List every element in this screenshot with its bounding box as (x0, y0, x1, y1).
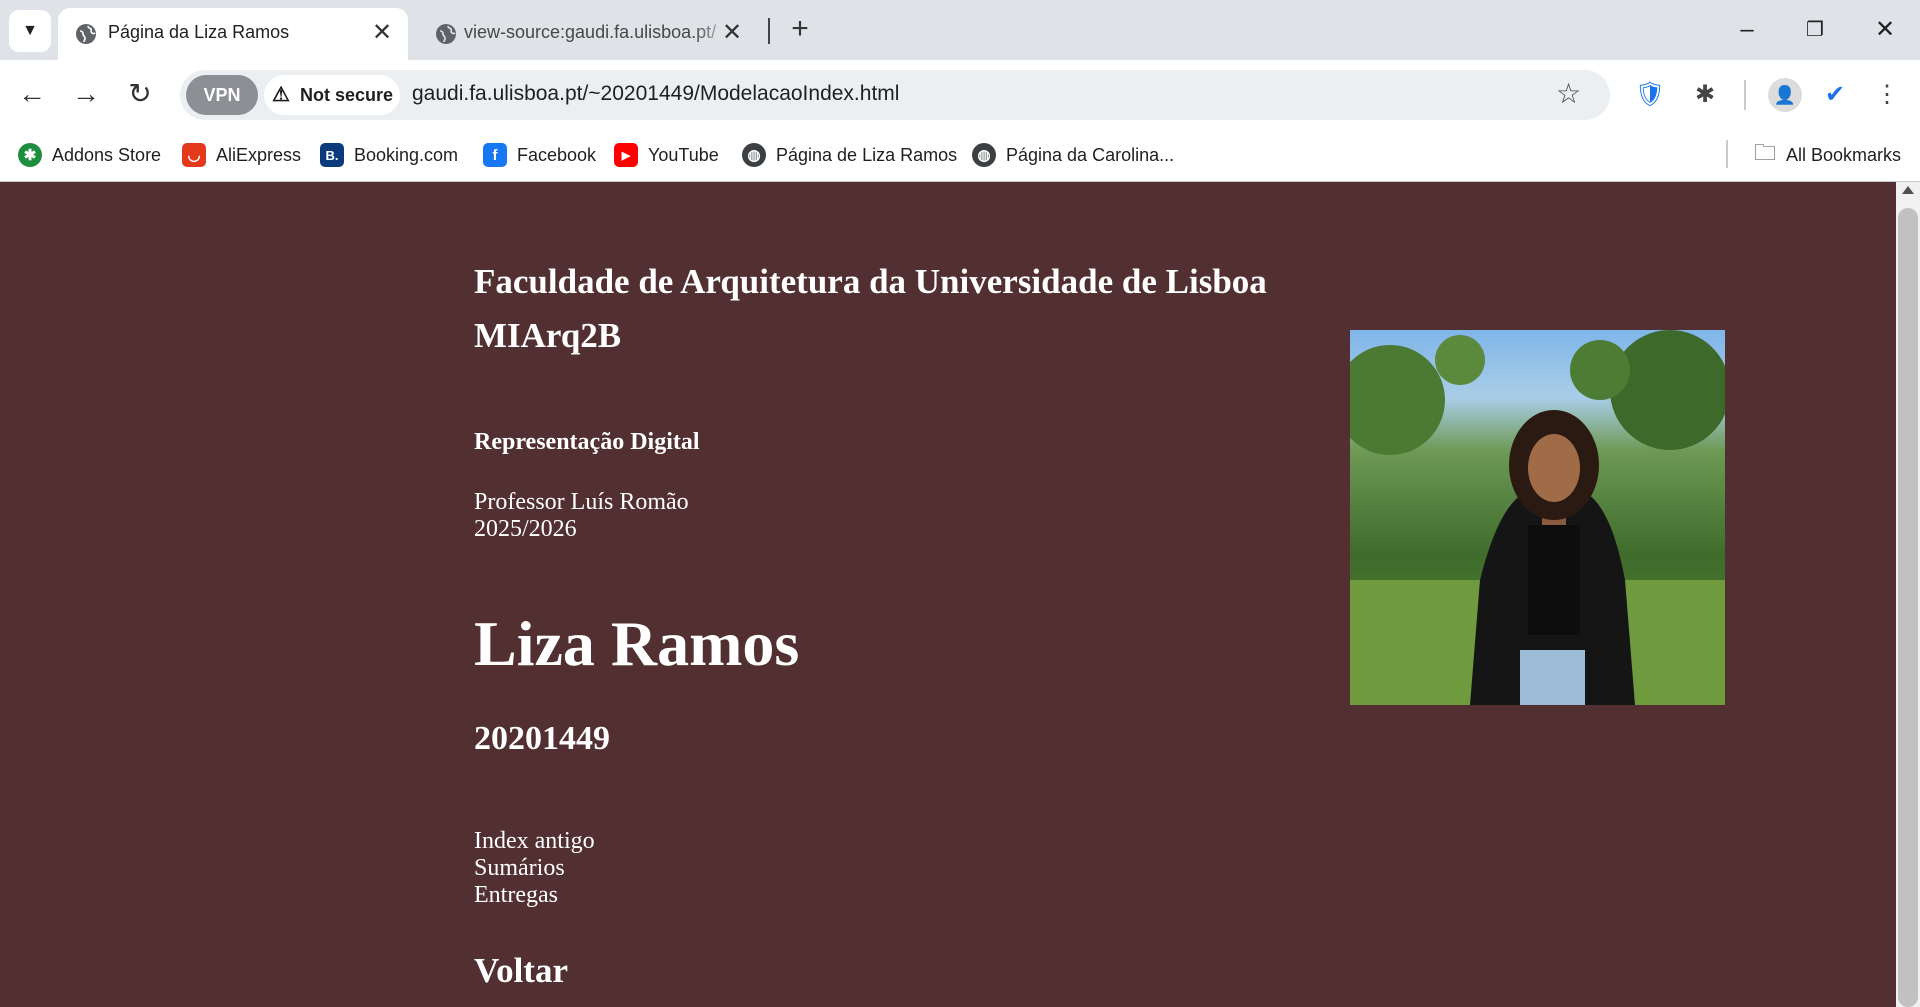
link-index-antigo[interactable]: Index antigo (474, 828, 595, 855)
bookmark-label: YouTube (648, 144, 719, 165)
facebook-icon: f (483, 143, 507, 167)
bookmark-pagina-carolina[interactable]: ◍ Página da Carolina... (972, 138, 1174, 172)
warning-icon: ⚠ (272, 84, 290, 106)
tab-title: view-source:gaudi.fa.ulisboa.pt/ (464, 22, 717, 42)
link-entregas[interactable]: Entregas (474, 882, 558, 909)
booking-icon: B. (320, 143, 344, 167)
bookmark-facebook[interactable]: f Facebook (483, 138, 596, 172)
close-window-button[interactable]: ✕ (1862, 12, 1908, 48)
all-bookmarks-button[interactable]: 🗀 All Bookmarks (1754, 138, 1901, 172)
chevron-down-icon: ▼ (22, 22, 38, 39)
browser-chrome: ▼ Página da Liza Ramos ✕ view-source:gau… (0, 0, 1920, 182)
folder-icon: 🗀 (1754, 140, 1777, 165)
page-content: Faculdade de Arquitetura da Universidade… (0, 182, 1896, 1007)
bookmark-booking[interactable]: B. Booking.com (320, 138, 458, 172)
tab-search-button[interactable]: ▼ (9, 10, 51, 52)
profile-avatar[interactable]: 👤 (1768, 78, 1802, 112)
bookmark-label: AliExpress (216, 144, 302, 165)
security-chip[interactable]: ⚠ Not secure (264, 75, 400, 115)
bookmark-label: Página de Liza Ramos (776, 144, 958, 165)
class-heading: MIArq2B (474, 316, 622, 355)
globe-icon (436, 24, 456, 44)
toolbar-separator (1744, 80, 1746, 110)
back-button[interactable]: ← (14, 76, 50, 112)
person-icon: 👤 (1773, 85, 1797, 105)
faculty-heading: Faculdade de Arquitetura da Universidade… (474, 262, 1267, 301)
menu-icon[interactable]: ⋮ (1870, 78, 1904, 112)
security-label: Not secure (300, 85, 394, 105)
close-tab-icon[interactable]: ✕ (720, 21, 744, 45)
youtube-icon: ▶ (614, 143, 638, 167)
bookmark-pagina-liza[interactable]: ◍ Página de Liza Ramos (742, 138, 957, 172)
subject-heading: Representação Digital (474, 429, 700, 455)
bookmark-star-icon[interactable]: ☆ (1556, 78, 1581, 110)
globe-icon (76, 24, 96, 44)
bookmark-label: Página da Carolina... (1006, 144, 1175, 165)
url-text[interactable]: gaudi.fa.ulisboa.pt/~20201449/ModelacaoI… (412, 82, 899, 106)
scroll-up-arrow-icon[interactable] (1902, 186, 1914, 194)
new-tab-button[interactable]: + (782, 12, 818, 48)
password-manager-icon[interactable]: 🛡 (1633, 78, 1667, 112)
student-name: Liza Ramos (474, 608, 800, 679)
globe-icon: ◍ (742, 143, 766, 167)
bookmark-label: Booking.com (354, 144, 459, 165)
tab-strip: ▼ Página da Liza Ramos ✕ view-source:gau… (0, 0, 1920, 60)
restore-button[interactable]: ❐ (1792, 12, 1838, 48)
extensions-icon[interactable]: ✱ (1688, 78, 1722, 112)
reload-button[interactable]: ↻ (122, 76, 158, 112)
bookmark-label: Facebook (517, 144, 597, 165)
year-text: 2025/2026 (474, 516, 577, 542)
back-link[interactable]: Voltar (474, 951, 568, 991)
all-bookmarks-label: All Bookmarks (1786, 144, 1902, 165)
bookmark-aliexpress[interactable]: ◡ AliExpress (182, 138, 301, 172)
aliexpress-icon: ◡ (182, 143, 206, 167)
student-number: 20201449 (474, 720, 610, 757)
forward-button[interactable]: → (68, 76, 104, 112)
portrait-illustration (1350, 330, 1725, 705)
scrollbar-thumb[interactable] (1898, 208, 1918, 1007)
tab-active[interactable]: Página da Liza Ramos ✕ (58, 8, 408, 60)
globe-icon: ◍ (972, 143, 996, 167)
addons-store-icon: ✱ (18, 143, 42, 167)
bookmark-addons-store[interactable]: ✱ Addons Store (18, 138, 161, 172)
close-tab-icon[interactable]: ✕ (370, 21, 394, 45)
minimize-button[interactable]: – (1724, 12, 1770, 48)
professor-text: Professor Luís Romão (474, 489, 689, 515)
bookmarks-separator (1726, 140, 1728, 168)
student-photo (1350, 330, 1725, 705)
tab-title: Página da Liza Ramos (108, 22, 290, 42)
tab-inactive[interactable]: view-source:gaudi.fa.ulisboa.pt/ ✕ (418, 8, 758, 60)
vpn-badge[interactable]: VPN (186, 75, 258, 115)
link-sumarios[interactable]: Sumários (474, 855, 565, 882)
shield-check-icon[interactable]: ✔ (1818, 78, 1852, 112)
tab-separator (768, 18, 770, 44)
bookmark-label: Addons Store (52, 144, 162, 165)
bookmark-youtube[interactable]: ▶ YouTube (614, 138, 719, 172)
